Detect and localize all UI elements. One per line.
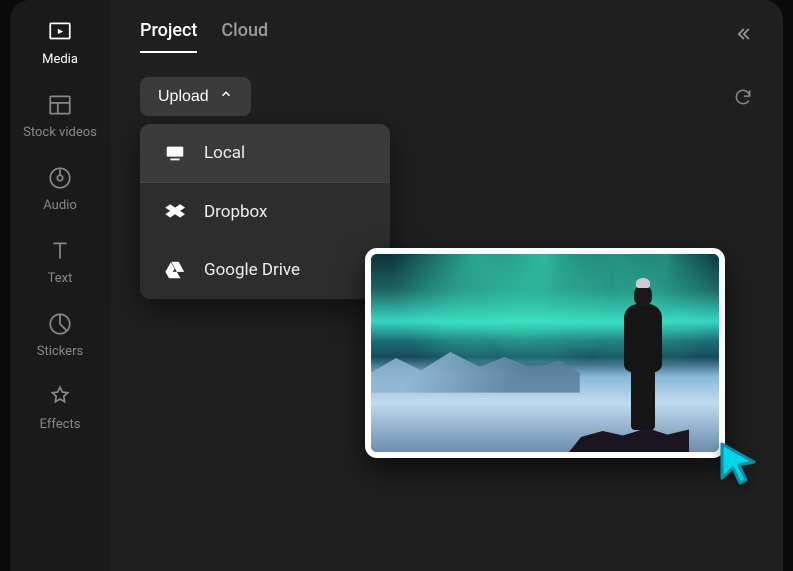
media-icon xyxy=(46,18,74,46)
upload-dropdown: Local Dropbox Google Drive xyxy=(140,124,390,299)
dropdown-item-google-drive[interactable]: Google Drive xyxy=(140,241,390,299)
audio-icon xyxy=(46,164,74,192)
monitor-icon xyxy=(164,142,186,164)
effects-icon xyxy=(46,383,74,411)
sidebar-item-label: Effects xyxy=(40,417,81,432)
stickers-icon xyxy=(46,310,74,338)
dropbox-icon xyxy=(164,201,186,223)
sidebar-item-label: Text xyxy=(48,271,73,286)
preview-image xyxy=(371,254,719,452)
sidebar-item-text[interactable]: Text xyxy=(10,237,110,286)
sidebar-item-stock-videos[interactable]: Stock videos xyxy=(10,91,110,140)
sidebar-item-label: Stickers xyxy=(37,344,83,359)
sidebar-item-effects[interactable]: Effects xyxy=(10,383,110,432)
panel-toolbar: Upload xyxy=(140,77,753,116)
sidebar: Media Stock videos Audio Text Stickers xyxy=(10,0,110,571)
dropdown-item-local[interactable]: Local xyxy=(140,124,390,183)
sidebar-item-label: Audio xyxy=(43,198,76,213)
media-preview-thumbnail[interactable] xyxy=(365,248,725,458)
upload-button[interactable]: Upload xyxy=(140,77,251,116)
sidebar-item-media[interactable]: Media xyxy=(10,18,110,67)
dropdown-item-dropbox[interactable]: Dropbox xyxy=(140,183,390,241)
panel-header: Project Cloud xyxy=(140,20,753,53)
panel-tabs: Project Cloud xyxy=(140,20,268,53)
dropdown-item-label: Dropbox xyxy=(204,202,268,222)
dropdown-item-label: Google Drive xyxy=(204,260,300,280)
collapse-panel-button[interactable] xyxy=(733,24,753,49)
sidebar-item-stickers[interactable]: Stickers xyxy=(10,310,110,359)
sidebar-item-label: Stock videos xyxy=(23,125,97,140)
tab-project[interactable]: Project xyxy=(140,20,197,53)
sidebar-item-audio[interactable]: Audio xyxy=(10,164,110,213)
chevron-up-icon xyxy=(219,87,233,106)
cursor-icon xyxy=(716,440,762,486)
tab-cloud[interactable]: Cloud xyxy=(221,20,268,53)
google-drive-icon xyxy=(164,259,186,281)
dropdown-item-label: Local xyxy=(204,143,245,163)
layout-icon xyxy=(46,91,74,119)
upload-button-label: Upload xyxy=(158,88,209,106)
refresh-button[interactable] xyxy=(733,87,753,107)
sidebar-item-label: Media xyxy=(42,52,78,67)
text-icon xyxy=(46,237,74,265)
